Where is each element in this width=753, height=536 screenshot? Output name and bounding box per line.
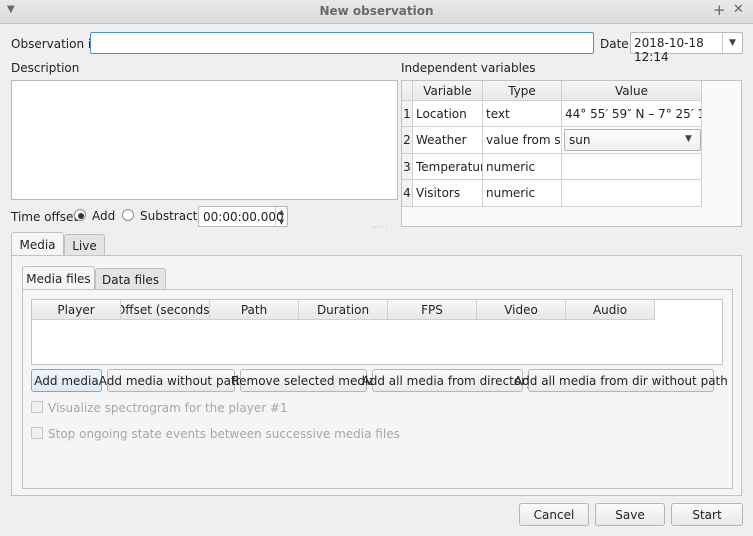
column-header[interactable]: Offset (seconds) bbox=[121, 300, 210, 320]
tab-media[interactable]: Media bbox=[11, 232, 64, 256]
date-label: Date bbox=[600, 37, 629, 51]
observation-id-label: Observation id bbox=[11, 37, 99, 51]
column-header[interactable]: Duration bbox=[299, 300, 388, 320]
maximize-icon[interactable]: + bbox=[713, 1, 726, 19]
value-cell: sun ▼ bbox=[562, 127, 702, 154]
splitter-handle[interactable]: ····· bbox=[371, 223, 389, 232]
add-media-without-path-button[interactable]: Add media without path bbox=[99, 369, 243, 392]
visualize-spectrogram-checkbox[interactable] bbox=[31, 401, 43, 413]
column-header[interactable]: Path bbox=[210, 300, 299, 320]
description-textarea[interactable] bbox=[11, 80, 398, 200]
independent-variables-label: Independent variables bbox=[401, 61, 536, 75]
time-offset-label: Time offset bbox=[11, 210, 79, 224]
column-header[interactable]: Player bbox=[32, 300, 121, 320]
variable-cell: Visitors bbox=[413, 180, 483, 207]
stop-ongoing-checkbox[interactable] bbox=[31, 427, 43, 439]
value-cell[interactable] bbox=[562, 154, 702, 180]
subtract-radio-label[interactable]: Substract bbox=[140, 209, 197, 223]
variable-cell: Temperature bbox=[413, 154, 483, 180]
weather-select[interactable]: sun ▼ bbox=[564, 129, 701, 151]
save-button[interactable]: Save bbox=[595, 503, 665, 526]
row-number: 1 bbox=[402, 101, 413, 127]
add-radio[interactable] bbox=[74, 209, 86, 221]
chevron-down-icon[interactable]: ▼ bbox=[722, 32, 742, 54]
visualize-spectrogram-label: Visualize spectrogram for the player #1 bbox=[48, 401, 288, 415]
description-label: Description bbox=[11, 61, 80, 75]
cancel-button[interactable]: Cancel bbox=[519, 503, 589, 526]
spin-up-icon[interactable]: ▲ bbox=[275, 207, 287, 217]
row-number: 3 bbox=[402, 154, 413, 180]
add-all-media-from-directory-button[interactable]: Add all media from directory bbox=[362, 369, 533, 392]
close-icon[interactable]: ✕ bbox=[733, 2, 744, 17]
type-cell: numeric bbox=[483, 180, 562, 207]
add-media-button[interactable]: Add media bbox=[31, 369, 102, 392]
row-number: 4 bbox=[402, 180, 413, 207]
column-header[interactable]: FPS bbox=[388, 300, 477, 320]
spin-down-icon[interactable]: ▼ bbox=[275, 217, 287, 226]
window-title: New observation bbox=[319, 4, 434, 18]
value-cell[interactable]: 44° 55′ 59″ N – 7° 25′ 18″ E bbox=[562, 101, 702, 127]
value-cell[interactable] bbox=[562, 180, 702, 207]
corner-cell bbox=[402, 81, 413, 101]
start-button[interactable]: Start bbox=[671, 503, 743, 526]
variable-cell: Location bbox=[413, 101, 483, 127]
chevron-down-icon: ▼ bbox=[685, 134, 692, 144]
column-header[interactable]: Value bbox=[562, 81, 702, 101]
tab-media-files[interactable]: Media files bbox=[22, 266, 95, 290]
type-cell: text bbox=[483, 101, 562, 127]
observation-id-input[interactable] bbox=[90, 32, 594, 54]
time-offset-spinbox[interactable]: 00:00:00.000 ▲ ▼ bbox=[198, 206, 288, 227]
tab-data-files[interactable]: Data files bbox=[95, 268, 166, 290]
remove-selected-media-button[interactable]: Remove selected media bbox=[231, 369, 376, 392]
add-radio-label[interactable]: Add bbox=[92, 209, 115, 223]
date-time-field[interactable]: 2018-10-18 12:14 ▼ bbox=[630, 32, 743, 64]
subtract-radio[interactable] bbox=[122, 209, 134, 221]
column-header[interactable]: Type bbox=[483, 81, 562, 101]
stop-ongoing-label: Stop ongoing state events between succes… bbox=[48, 427, 400, 441]
column-header[interactable]: Audio bbox=[566, 300, 655, 320]
add-all-media-from-dir-without-path-button[interactable]: Add all media from dir without path bbox=[514, 369, 728, 392]
type-cell: value from set bbox=[483, 127, 562, 154]
column-header[interactable]: Video bbox=[477, 300, 566, 320]
title-bar: ▼ New observation + ✕ bbox=[0, 0, 753, 24]
time-offset-value: 00:00:00.000 bbox=[203, 210, 284, 224]
variable-cell: Weather bbox=[413, 127, 483, 154]
type-cell: numeric bbox=[483, 154, 562, 180]
media-table[interactable]: Player Offset (seconds) Path Duration FP… bbox=[31, 299, 723, 365]
row-number: 2 bbox=[402, 127, 413, 154]
tab-live[interactable]: Live bbox=[64, 234, 105, 256]
column-header[interactable]: Variable bbox=[413, 81, 483, 101]
independent-variables-table: Variable Type Value 1 Location text 44° … bbox=[401, 80, 742, 227]
weather-select-value: sun bbox=[569, 133, 591, 147]
